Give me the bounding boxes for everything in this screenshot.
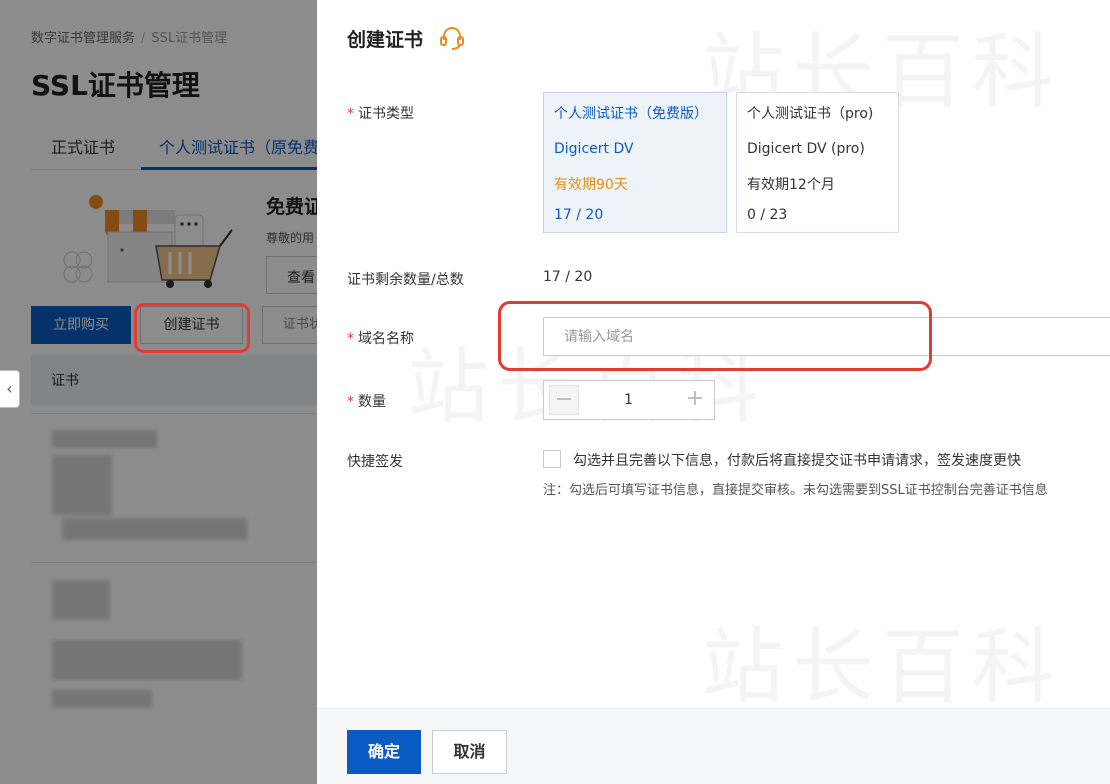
decrement-button[interactable]: − xyxy=(549,385,579,415)
customer-support-icon[interactable] xyxy=(438,25,466,51)
quantity-stepper: − 1 + xyxy=(543,380,715,420)
cert-option-count: 17 / 20 xyxy=(554,207,604,223)
quick-issue-label: 快捷签发 xyxy=(347,454,403,470)
remaining-label: 证书剩余数量/总数 xyxy=(347,272,464,288)
required-mark: * xyxy=(347,106,354,122)
remaining-value: 17 / 20 xyxy=(543,269,593,285)
confirm-button[interactable]: 确定 xyxy=(347,730,421,774)
cancel-button[interactable]: 取消 xyxy=(432,730,507,774)
collapse-chevron-icon[interactable]: ‹ xyxy=(0,370,20,408)
highlight-annotation xyxy=(498,301,932,371)
cert-option-count: 0 / 23 xyxy=(747,207,788,223)
drawer-title: 创建证书 xyxy=(347,29,424,51)
quantity-label: * 数量 xyxy=(347,394,386,410)
cert-option-type: Digicert DV xyxy=(554,141,634,157)
create-certificate-drawer: 站长百科 站长百科 站长百科 创建证书 *证书类型 个人测试证书（免费版） Di… xyxy=(317,0,1110,784)
cert-option-free[interactable]: 个人测试证书（免费版） Digicert DV 有效期90天 17 / 20 xyxy=(543,92,727,233)
quick-issue-checkbox-text[interactable]: 勾选并且完善以下信息，付款后将直接提交证书申请请求，签发速度更快 xyxy=(573,450,1021,470)
highlight-annotation xyxy=(134,303,250,353)
quantity-value[interactable]: 1 xyxy=(624,392,633,408)
cert-option-name: 个人测试证书（免费版） xyxy=(554,106,708,122)
quick-issue-note: 注：勾选后可填写证书信息，直接提交审核。未勾选需要到SSL证书控制台完善证书信息 xyxy=(543,483,1048,498)
cert-option-name: 个人测试证书（pro) xyxy=(747,106,874,122)
modal-backdrop[interactable] xyxy=(0,0,317,784)
cert-option-type: Digicert DV (pro) xyxy=(747,141,865,157)
drawer-footer: 确定 取消 xyxy=(317,708,1110,784)
required-mark: * xyxy=(347,394,354,410)
domain-label: * 域名名称 xyxy=(347,331,414,347)
quick-issue-checkbox[interactable] xyxy=(543,450,561,468)
cert-type-label: * 证书类型 xyxy=(347,106,414,122)
watermark: 站长百科 xyxy=(702,600,1062,719)
cert-option-pro[interactable]: 个人测试证书（pro) Digicert DV (pro) 有效期12个月 0 … xyxy=(736,92,899,233)
required-mark: * xyxy=(347,331,354,347)
cert-option-validity: 有效期12个月 xyxy=(747,177,835,193)
cert-option-validity: 有效期90天 xyxy=(554,177,628,193)
increment-button[interactable]: + xyxy=(680,385,710,415)
